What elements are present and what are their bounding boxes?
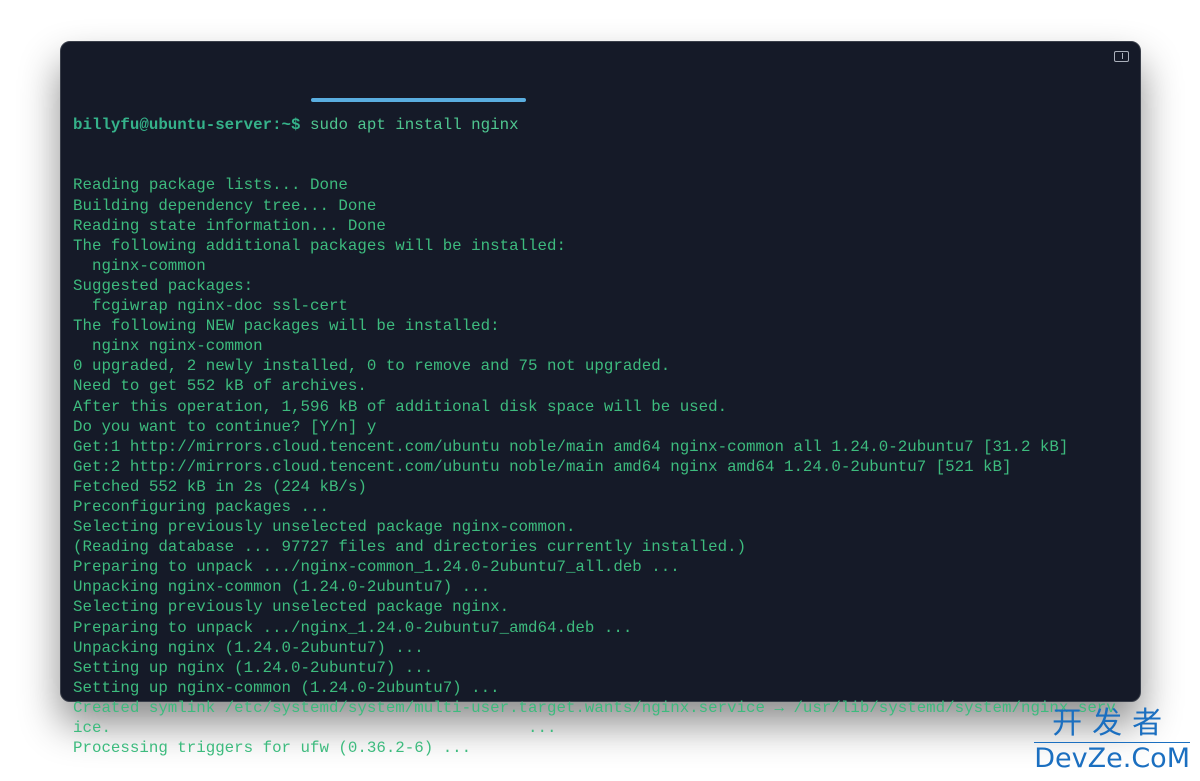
output-line: Created symlink /etc/systemd/system/mult…: [73, 698, 1116, 717]
output-line: Reading state information... Done: [73, 216, 386, 235]
output-line: nginx-common: [73, 256, 206, 275]
output-line: Get:2 http://mirrors.cloud.tencent.com/u…: [73, 457, 1012, 476]
output-line: Selecting previously unselected package …: [73, 518, 576, 537]
output-line: Setting up nginx (1.24.0-2ubuntu7) ...: [73, 658, 434, 677]
output-line: Unpacking nginx (1.24.0-2ubuntu7) ...: [73, 638, 424, 657]
output-line: Need to get 552 kB of archives.: [73, 377, 367, 396]
command-text: sudo apt install nginx: [310, 116, 519, 135]
output-line: Preconfiguring packages ...: [73, 497, 329, 516]
watermark-logo: 开发者 DevZe.CoM: [1034, 706, 1190, 775]
output-line: After this operation, 1,596 kB of additi…: [73, 397, 728, 416]
output-line: Building dependency tree... Done: [73, 196, 377, 215]
output-line: (Reading database ... 97727 files and di…: [73, 538, 747, 557]
output-line: Unpacking nginx-common (1.24.0-2ubuntu7)…: [73, 578, 491, 597]
output-line: fcgiwrap nginx-doc ssl-cert: [73, 297, 348, 316]
output-line: Get:1 http://mirrors.cloud.tencent.com/u…: [73, 437, 1069, 456]
terminal-window: billyfu@ubuntu-server:~$ sudo apt instal…: [60, 41, 1141, 757]
output-line: ice. ...: [73, 719, 557, 737]
output-line: Setting up nginx-common (1.24.0-2ubuntu7…: [73, 678, 500, 697]
output-line: The following additional packages will b…: [73, 236, 566, 255]
watermark-cn: 开发者: [1034, 706, 1190, 743]
sidebar-toggle-icon[interactable]: [1114, 51, 1129, 62]
output-line: Fetched 552 kB in 2s (224 kB/s): [73, 477, 367, 496]
output-line: Reading package lists... Done: [73, 176, 348, 195]
output-line: nginx nginx-common: [73, 337, 263, 356]
watermark-en: DevZe.CoM: [1034, 743, 1190, 774]
prompt-line: billyfu@ubuntu-server:~$ sudo apt instal…: [73, 115, 1116, 135]
output-line: Preparing to unpack .../nginx_1.24.0-2ub…: [73, 618, 633, 637]
output-line: Preparing to unpack .../nginx-common_1.2…: [73, 558, 680, 577]
terminal-output[interactable]: billyfu@ubuntu-server:~$ sudo apt instal…: [73, 75, 1116, 758]
output-line: Selecting previously unselected package …: [73, 598, 510, 617]
output-line: 0 upgraded, 2 newly installed, 0 to remo…: [73, 357, 671, 376]
output-line: Processing triggers for ufw (0.36.2-6) .…: [73, 739, 472, 758]
shell-prompt: billyfu@ubuntu-server:~$: [73, 116, 310, 135]
output-line: Suggested packages:: [73, 276, 254, 295]
output-line: Do you want to continue? [Y/n] y: [73, 417, 377, 436]
output-line: The following NEW packages will be insta…: [73, 317, 500, 336]
